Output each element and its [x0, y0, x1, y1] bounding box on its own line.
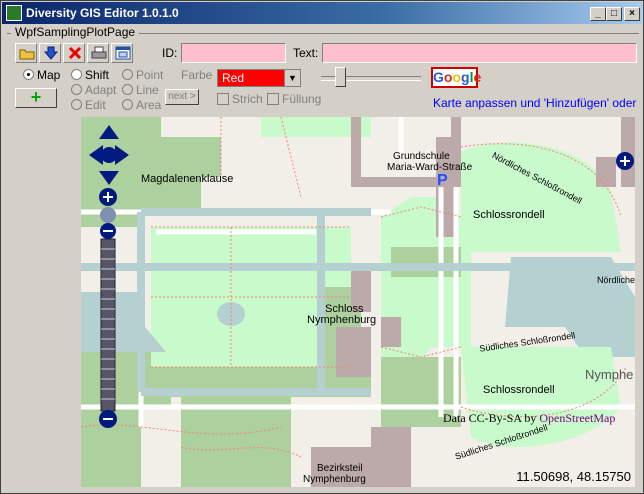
label-bezirksteil-nymphenburg: Nymphenburg — [303, 474, 366, 485]
window-button[interactable] — [111, 43, 133, 63]
download-button[interactable] — [39, 43, 61, 63]
mode-line-radio[interactable] — [122, 84, 133, 95]
mode-area-label: Area — [136, 98, 162, 112]
parking-icon: P — [437, 172, 448, 189]
open-folder-icon — [19, 49, 35, 60]
label-maria-ward-strasse: Maria-Ward-Straße — [387, 162, 473, 173]
label-nymphenburg: Nymphenburg — [307, 314, 377, 326]
hint-text: Karte anpassen und 'Hinzufügen' oder 'S — [433, 96, 639, 110]
id-label: ID: — [162, 46, 178, 60]
coordinate-readout: 11.50698, 48.15750 — [516, 469, 631, 484]
print-icon — [91, 46, 107, 59]
label-nymphe: Nymphe — [585, 367, 634, 382]
app-icon — [6, 5, 22, 21]
zoom-control[interactable] — [97, 187, 119, 431]
text-label: Text: — [293, 46, 319, 60]
globe-icon[interactable] — [100, 207, 116, 223]
main-window: Diversity GIS Editor 1.0.1.0 _ □ × WpfSa… — [0, 0, 644, 494]
map-attribution: Data CC-By-SA by OpenStreetMap — [443, 411, 615, 426]
window-title: Diversity GIS Editor 1.0.1.0 — [26, 6, 179, 20]
fuellung-label: Füllung — [282, 92, 322, 106]
print-button[interactable] — [87, 43, 109, 63]
attribution-text: Data CC-By-SA by — [443, 411, 540, 425]
mode-map-label: Map — [37, 68, 61, 82]
add-button[interactable]: + — [15, 88, 57, 108]
radio-selected-dot — [27, 73, 30, 76]
pan-down-icon[interactable] — [99, 171, 119, 185]
open-button[interactable] — [15, 43, 37, 63]
layer-switcher-icon[interactable] — [615, 151, 635, 171]
mode-adapt-radio[interactable] — [71, 84, 82, 95]
next-button[interactable]: next > — [165, 89, 199, 105]
id-input[interactable] — [181, 43, 286, 63]
mode-point-label: Point — [136, 68, 164, 82]
pan-left-icon[interactable] — [89, 145, 103, 165]
slider-thumb[interactable] — [335, 67, 346, 87]
chevron-down-icon[interactable]: ▼ — [284, 70, 300, 86]
mode-area-radio[interactable] — [122, 99, 133, 110]
label-magdalenenklause: Magdalenenklause — [141, 173, 234, 185]
mode-edit-radio[interactable] — [71, 99, 82, 110]
mode-map-radio[interactable] — [23, 69, 34, 80]
title-bar[interactable]: Diversity GIS Editor 1.0.1.0 _ □ × — [2, 2, 642, 24]
close-button[interactable]: × — [624, 7, 640, 21]
mode-point-radio[interactable] — [122, 69, 133, 80]
label-schlossrondell-top: Schlossrondell — [473, 209, 545, 221]
label-noerdliche: Nördliche — [597, 275, 635, 285]
label-schlossrondell-bottom: Schlossrondell — [483, 384, 555, 396]
mode-edit-label: Edit — [85, 98, 106, 112]
mode-shift-radio[interactable] — [71, 69, 82, 80]
delete-icon — [68, 46, 82, 60]
label-grundschule: Grundschule — [393, 151, 450, 162]
download-icon — [43, 46, 59, 60]
tab-wpf-sampling-plot-page[interactable]: WpfSamplingPlotPage — [11, 25, 140, 39]
strich-label: Strich — [232, 92, 263, 106]
text-input[interactable] — [322, 43, 637, 63]
google-button[interactable]: Google — [431, 67, 481, 88]
label-bezirksteil: Bezirksteil — [317, 463, 363, 474]
minimize-button[interactable]: _ — [590, 7, 606, 21]
color-select[interactable]: Red ▼ — [217, 69, 301, 87]
pan-control[interactable] — [87, 123, 131, 187]
window-icon — [115, 46, 131, 60]
fuellung-checkbox[interactable] — [267, 93, 279, 105]
mode-adapt-label: Adapt — [85, 83, 117, 97]
attribution-osm-link[interactable]: OpenStreetMap — [539, 411, 615, 425]
maximize-button[interactable]: □ — [606, 7, 622, 21]
pan-right-icon[interactable] — [115, 145, 129, 165]
color-label: Farbe — [181, 68, 213, 82]
mode-line-label: Line — [136, 83, 159, 97]
mode-shift-label: Shift — [85, 68, 110, 82]
map-view[interactable]: Magdalenenklause Grundschule Maria-Ward-… — [81, 117, 635, 487]
pan-up-icon[interactable] — [99, 125, 119, 139]
delete-button[interactable] — [63, 43, 85, 63]
color-select-value: Red — [222, 71, 245, 85]
strich-checkbox[interactable] — [217, 93, 229, 105]
